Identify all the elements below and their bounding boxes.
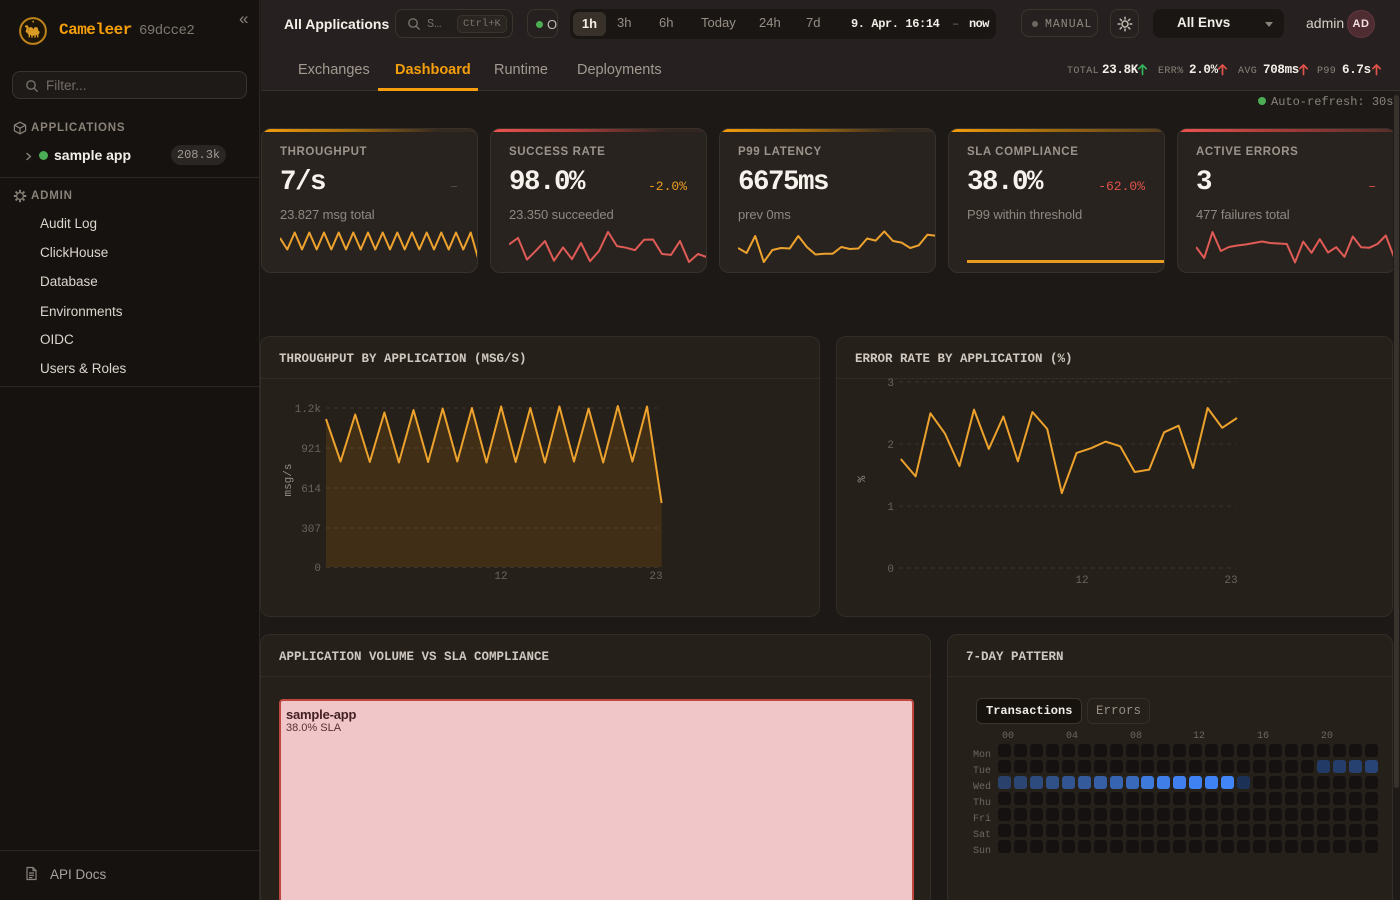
svg-text:3: 3 bbox=[887, 378, 894, 390]
svg-text:307: 307 bbox=[301, 524, 321, 536]
svg-text:2: 2 bbox=[887, 440, 894, 452]
svg-text:0: 0 bbox=[314, 563, 321, 575]
svg-text:1.2k: 1.2k bbox=[295, 404, 322, 416]
svg-text:12: 12 bbox=[494, 571, 507, 583]
svg-text:921: 921 bbox=[301, 444, 321, 456]
svg-text:23: 23 bbox=[1224, 575, 1237, 587]
svg-text:1: 1 bbox=[887, 502, 894, 514]
svg-text:%: % bbox=[857, 475, 869, 482]
svg-text:614: 614 bbox=[301, 484, 321, 496]
svg-text:23: 23 bbox=[649, 571, 662, 583]
svg-text:msg/s: msg/s bbox=[283, 463, 295, 496]
svg-text:0: 0 bbox=[887, 564, 894, 576]
svg-text:12: 12 bbox=[1075, 575, 1088, 587]
